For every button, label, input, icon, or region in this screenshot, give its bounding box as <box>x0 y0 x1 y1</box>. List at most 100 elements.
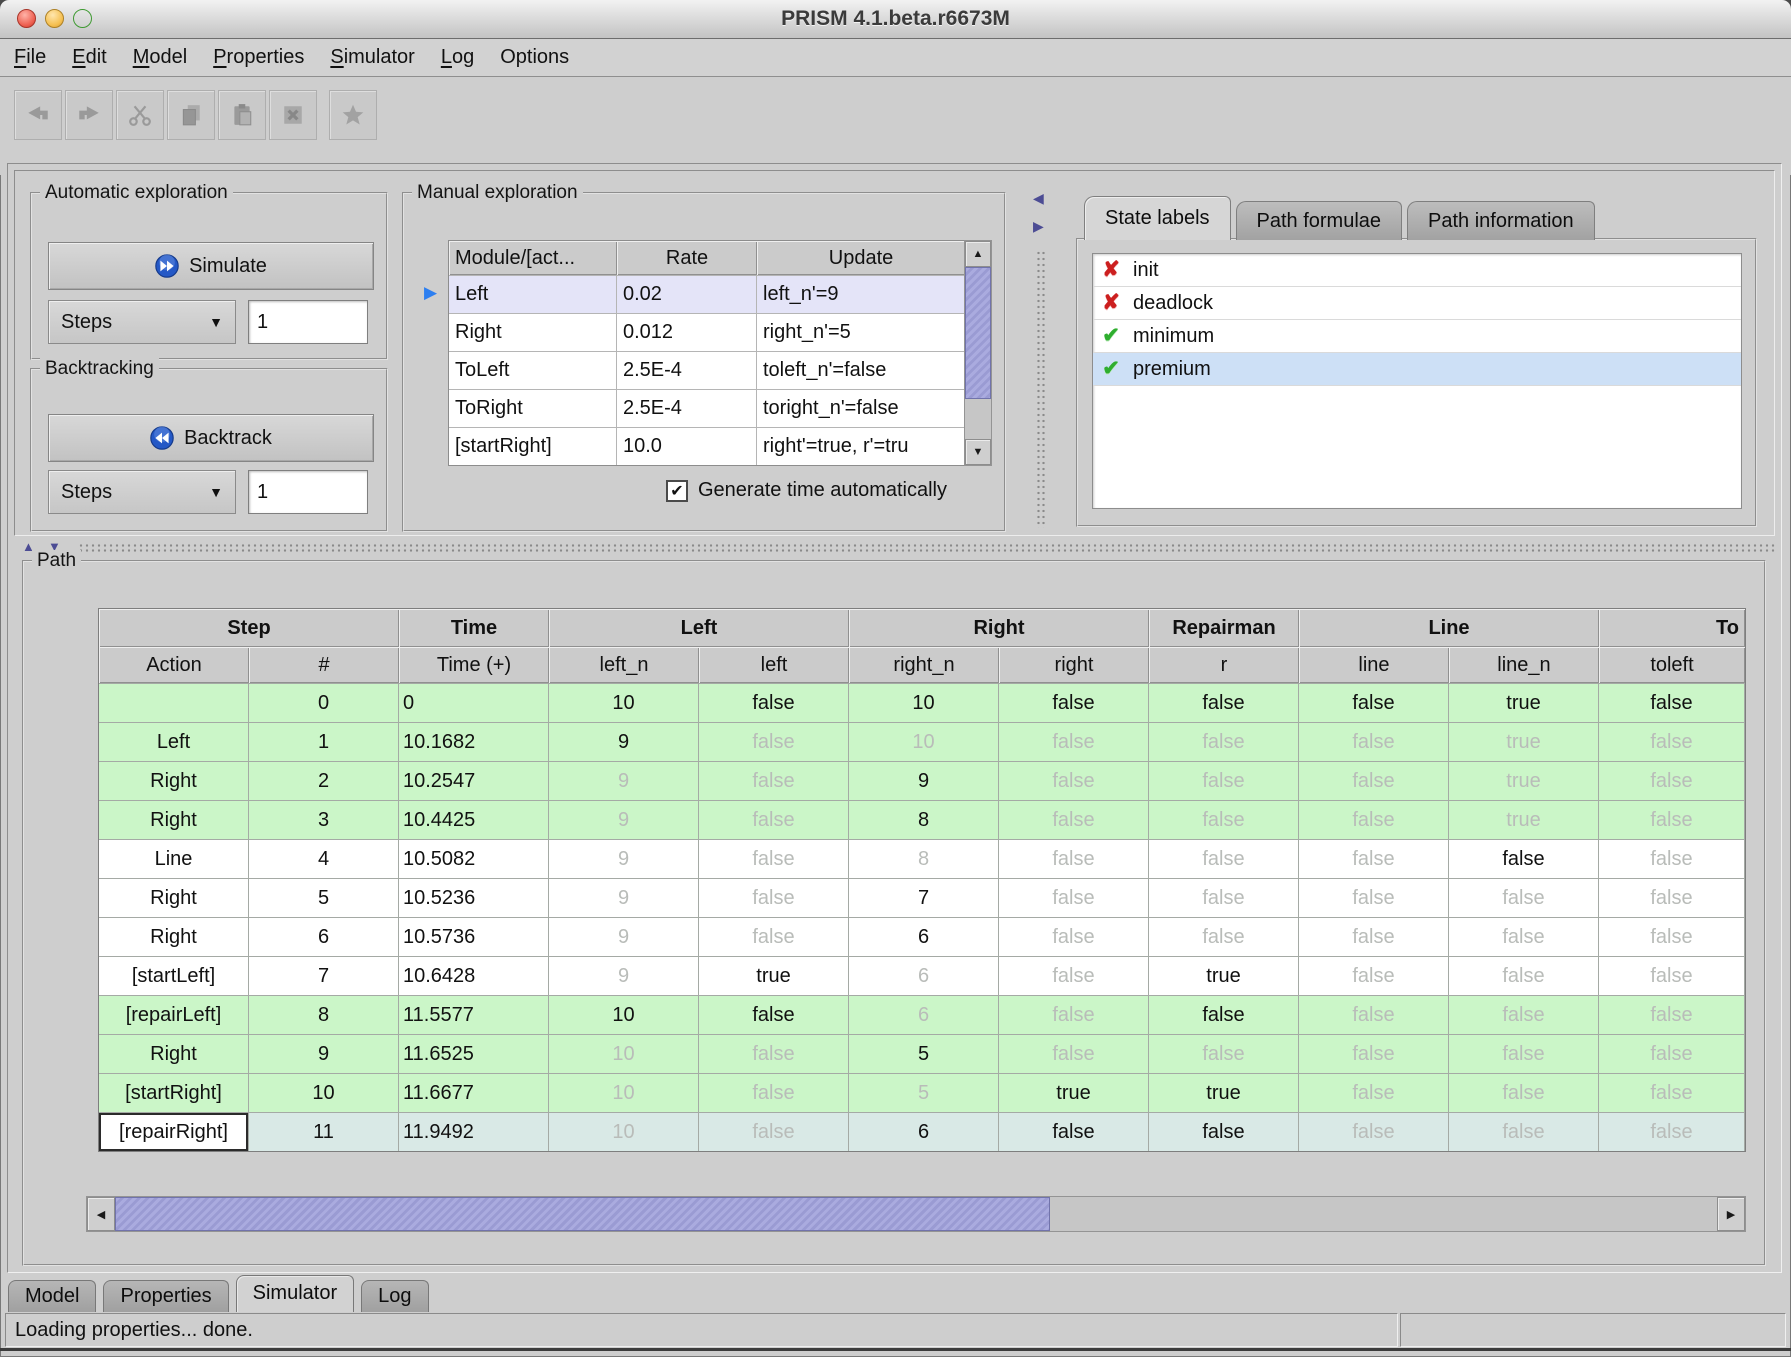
path-cell[interactable]: false <box>999 684 1149 722</box>
path-cell[interactable]: true <box>1149 1074 1299 1112</box>
path-cell[interactable]: false <box>999 1035 1149 1073</box>
path-cell[interactable]: false <box>1449 840 1599 878</box>
path-cell[interactable]: true <box>999 1074 1149 1112</box>
path-row[interactable]: Right210.25479false9falsefalsefalsetruef… <box>99 761 1745 800</box>
path-cell[interactable]: false <box>699 918 849 956</box>
manual-scrollbar-thumb[interactable] <box>965 267 991 399</box>
path-cell[interactable]: 10 <box>849 684 999 722</box>
path-cell[interactable]: 9 <box>249 1035 399 1073</box>
path-cell[interactable]: false <box>1299 684 1449 722</box>
path-cell[interactable]: Right <box>99 1035 249 1073</box>
path-cell[interactable]: false <box>1599 801 1745 839</box>
path-cell[interactable]: true <box>1449 801 1599 839</box>
menu-item-options[interactable]: Options <box>500 46 569 69</box>
path-cell[interactable]: false <box>1149 879 1299 917</box>
path-cell[interactable]: 3 <box>249 801 399 839</box>
toolbar-button-paste[interactable] <box>218 90 266 140</box>
path-row[interactable]: [startLeft]710.64289true6falsetruefalsef… <box>99 956 1745 995</box>
path-cell[interactable]: false <box>1149 996 1299 1034</box>
path-cell[interactable]: false <box>1599 1113 1745 1151</box>
path-cell[interactable]: false <box>1299 762 1449 800</box>
bottom-tab-simulator[interactable]: Simulator <box>236 1275 354 1312</box>
path-cell[interactable]: 6 <box>849 1113 999 1151</box>
path-cell[interactable]: 6 <box>849 957 999 995</box>
splitter-left-icon[interactable]: ◀ <box>1033 190 1044 207</box>
path-row[interactable]: [repairLeft]811.557710false6falsefalsefa… <box>99 995 1745 1034</box>
path-cell[interactable]: 9 <box>549 723 699 761</box>
path-cell[interactable]: 10.5082 <box>399 840 549 878</box>
toolbar-button-copy[interactable] <box>167 90 215 140</box>
path-row[interactable]: Right911.652510false5falsefalsefalsefals… <box>99 1034 1745 1073</box>
path-cell[interactable]: false <box>1149 918 1299 956</box>
path-cell[interactable]: 10 <box>549 1113 699 1151</box>
path-cell[interactable]: false <box>1449 1074 1599 1112</box>
path-cell[interactable]: 9 <box>549 762 699 800</box>
path-cell[interactable]: 5 <box>249 879 399 917</box>
path-cell[interactable]: 10 <box>549 996 699 1034</box>
toolbar-button-undo-arrow[interactable] <box>14 90 62 140</box>
path-cell[interactable]: 5 <box>849 1074 999 1112</box>
generate-time-checkbox[interactable]: ✔ <box>666 480 688 502</box>
path-cell[interactable]: false <box>1449 1113 1599 1151</box>
path-cell[interactable]: 8 <box>849 840 999 878</box>
state-label-item[interactable]: ✘deadlock <box>1093 287 1741 320</box>
path-cell[interactable]: 10.2547 <box>399 762 549 800</box>
minimize-button[interactable] <box>45 9 64 28</box>
path-cell[interactable]: [repairLeft] <box>99 996 249 1034</box>
tab-path-information[interactable]: Path information <box>1407 201 1595 240</box>
path-cell[interactable]: 9 <box>549 879 699 917</box>
path-cell[interactable]: 10 <box>849 723 999 761</box>
path-cell[interactable]: false <box>1149 1035 1299 1073</box>
splitter-grip[interactable] <box>1036 250 1046 528</box>
path-cell[interactable]: false <box>699 723 849 761</box>
path-cell[interactable]: 10 <box>549 684 699 722</box>
path-cell[interactable]: 10 <box>549 1074 699 1112</box>
path-cell[interactable]: 0 <box>399 684 549 722</box>
path-cell[interactable]: Left <box>99 723 249 761</box>
path-cell[interactable]: 5 <box>849 1035 999 1073</box>
simulate-steps-combo[interactable]: Steps ▼ <box>48 300 236 344</box>
path-cell[interactable]: [startRight] <box>99 1074 249 1112</box>
path-cell[interactable]: Right <box>99 801 249 839</box>
manual-row[interactable]: Right0.012right_n'=5 <box>449 313 965 351</box>
path-cell[interactable]: false <box>999 1113 1149 1151</box>
bottom-tab-model[interactable]: Model <box>8 1280 96 1312</box>
menu-item-properties[interactable]: Properties <box>213 46 304 69</box>
path-cell[interactable]: 1 <box>249 723 399 761</box>
path-cell[interactable]: true <box>1449 684 1599 722</box>
path-cell[interactable]: true <box>1449 723 1599 761</box>
path-cell[interactable]: 11 <box>249 1113 399 1151</box>
scroll-down-button[interactable]: ▼ <box>965 439 991 465</box>
path-cell[interactable]: false <box>999 918 1149 956</box>
path-cell[interactable]: 8 <box>849 801 999 839</box>
backtrack-button[interactable]: Backtrack <box>48 414 374 462</box>
path-cell[interactable]: 2 <box>249 762 399 800</box>
path-cell[interactable]: false <box>699 1113 849 1151</box>
bottom-tab-properties[interactable]: Properties <box>103 1280 228 1312</box>
scroll-left-button[interactable]: ◀ <box>87 1197 115 1231</box>
path-cell[interactable]: false <box>1599 762 1745 800</box>
path-cell[interactable]: false <box>1299 918 1449 956</box>
path-cell[interactable]: false <box>1449 1035 1599 1073</box>
path-cell[interactable]: 10.4425 <box>399 801 549 839</box>
close-button[interactable] <box>17 9 36 28</box>
path-cell[interactable]: false <box>1599 684 1745 722</box>
path-cell[interactable]: false <box>1299 1113 1449 1151</box>
path-cell[interactable]: 9 <box>549 840 699 878</box>
menu-item-file[interactable]: File <box>14 46 46 69</box>
path-cell[interactable]: 10 <box>549 1035 699 1073</box>
path-cell[interactable]: false <box>1599 840 1745 878</box>
path-cell[interactable]: 11.6677 <box>399 1074 549 1112</box>
path-cell[interactable]: Right <box>99 918 249 956</box>
path-row[interactable]: [startRight]1011.667710false5truetruefal… <box>99 1073 1745 1112</box>
path-cell[interactable]: false <box>1299 996 1449 1034</box>
path-cell[interactable]: false <box>1149 840 1299 878</box>
state-label-item[interactable]: ✘init <box>1093 254 1741 287</box>
path-cell[interactable]: Right <box>99 879 249 917</box>
path-cell[interactable]: false <box>1599 1074 1745 1112</box>
menu-item-simulator[interactable]: Simulator <box>330 46 414 69</box>
path-cell[interactable]: false <box>699 1074 849 1112</box>
zoom-button[interactable] <box>73 9 92 28</box>
path-cell[interactable]: false <box>1299 1074 1449 1112</box>
menu-item-edit[interactable]: Edit <box>72 46 106 69</box>
